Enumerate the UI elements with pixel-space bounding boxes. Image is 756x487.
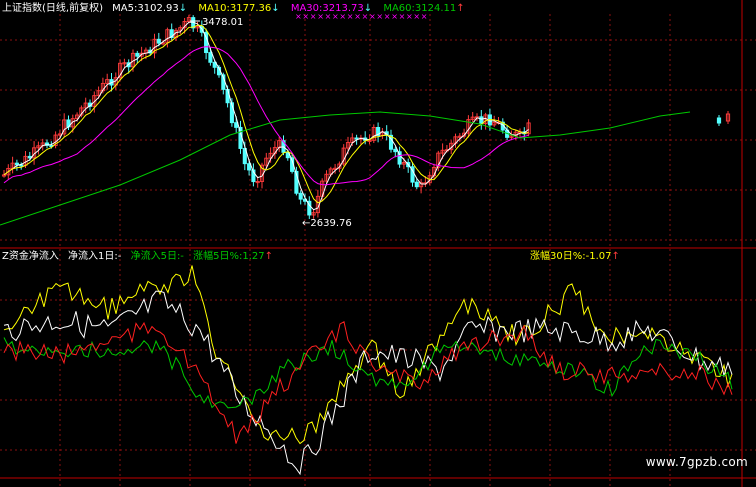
- watermark: www.7gpzb.com: [645, 455, 748, 469]
- flow-legend: Z资金净流入 净流入1日:- 净流入5日:- 涨幅5日%:1.27↑: [2, 251, 273, 263]
- ma60-up-arrow-icon: ↑: [456, 3, 465, 14]
- ma30-label: MA30:3213.73: [290, 3, 364, 14]
- flow-indicator-name[interactable]: Z资金净流入: [2, 251, 59, 262]
- rise-5d-label: 涨幅5日%:1.27: [193, 251, 265, 262]
- high-price-label: 3478.01: [202, 17, 243, 28]
- net-inflow-1d-label: 净流入1日:-: [68, 251, 122, 262]
- ma5-label: MA5:3102.93: [112, 3, 179, 14]
- flow-legend-right: 涨幅30日%:-1.07↑: [530, 251, 620, 263]
- low-price-label: ←2639.76: [302, 218, 352, 229]
- ma5-down-arrow-icon: ↓: [178, 3, 188, 14]
- net-inflow-5d-label: 净流入5日:-: [130, 251, 184, 262]
- top-legend: 上证指数(日线,前复权) MA5:3102.93↓ MA10:3177.36↓ …: [2, 3, 465, 15]
- ma10-label: MA10:3177.36: [198, 3, 272, 14]
- index-title[interactable]: 上证指数(日线,前复权): [2, 3, 103, 14]
- rise-30d-label: 涨幅30日%:-1.07: [530, 251, 612, 262]
- ma10-down-arrow-icon: ↓: [271, 3, 280, 14]
- ma60-label: MA60:3124.11: [383, 3, 457, 14]
- rise-30d-up-arrow-icon: ↑: [611, 251, 620, 262]
- stock-chart-window: × × × × × × × × × × × × × × × × × × 3478.01 ←2639.76: [0, 0, 756, 487]
- ma30-down-arrow-icon: ↓: [363, 3, 373, 14]
- rise-5d-up-arrow-icon: ↑: [264, 251, 273, 262]
